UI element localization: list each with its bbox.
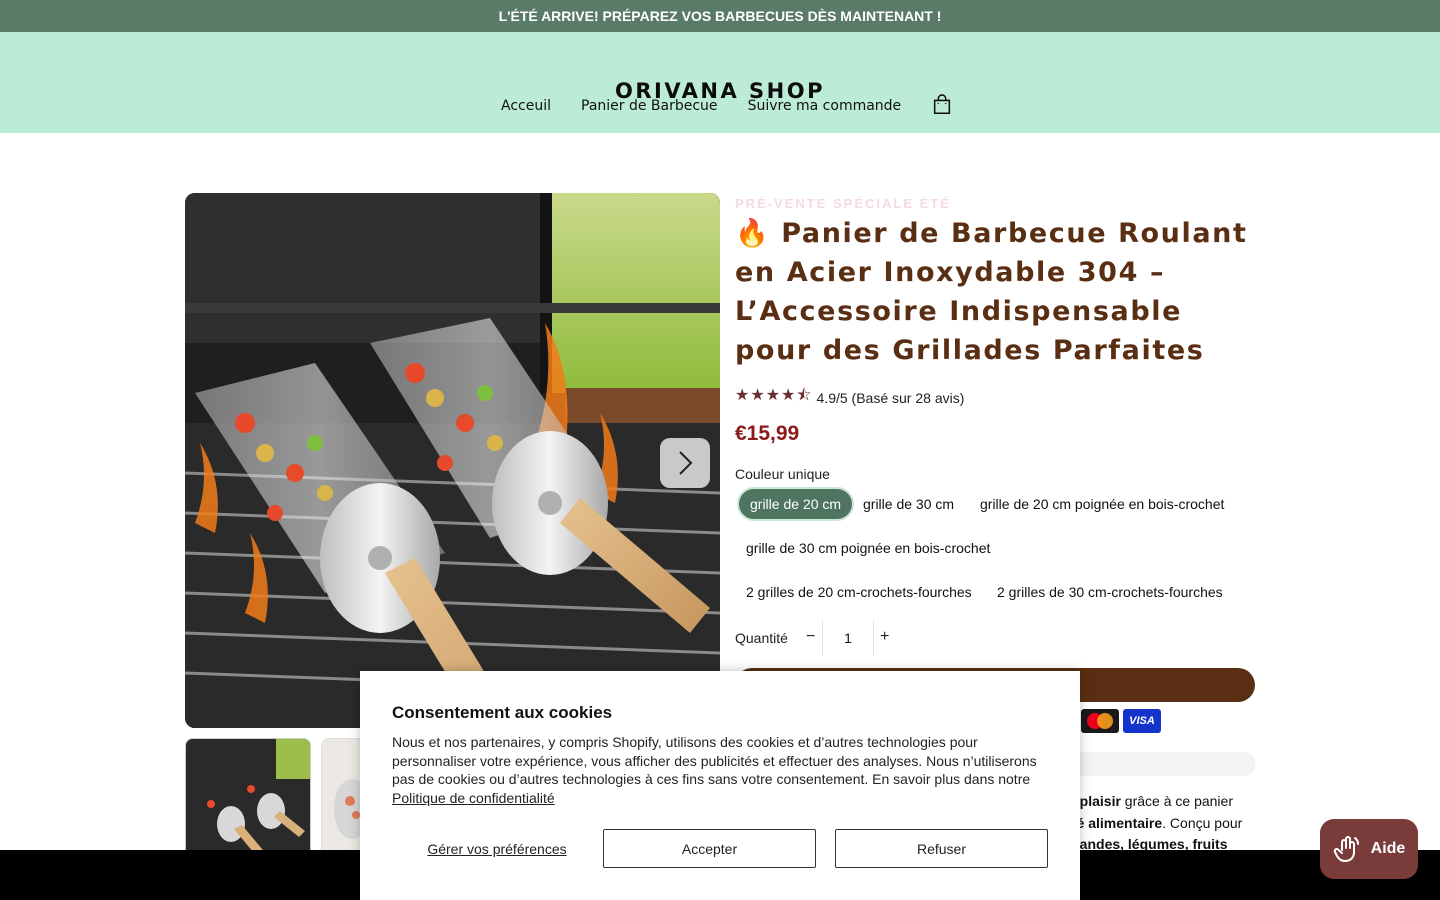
mastercard-icon [1081, 709, 1119, 733]
product-price: €15,99 [735, 422, 800, 445]
refuse-cookies-button[interactable]: Refuser [835, 829, 1048, 868]
variant-option-2x30cm-forks[interactable]: 2 grilles de 30 cm-crochets-fourches [986, 575, 1234, 609]
site-header: ORIVANA SHOP Acceuil Panier de Barbecue … [0, 32, 1440, 133]
announcement-bar: L'ÉTÉ ARRIVE! PRÉPAREZ VOS BARBECUES DÈS… [0, 0, 1440, 32]
accept-cookies-button[interactable]: Accepter [603, 829, 816, 868]
quantity-decrease-button[interactable]: − [806, 628, 815, 646]
description-line: ité alimentaire. Conçu pour [1068, 815, 1243, 831]
cookie-consent-dialog: Consentement aux cookies Nous et nos par… [360, 671, 1080, 900]
cookie-title: Consentement aux cookies [392, 703, 613, 722]
product-title: 🔥 Panier de Barbecue Roulant en Acier In… [735, 218, 1248, 366]
announcement-text: L'ÉTÉ ARRIVE! PRÉPAREZ VOS BARBECUES DÈS… [498, 8, 942, 24]
quantity-label: Quantité [735, 630, 788, 646]
description-line: e plaisir grâce à ce panier [1068, 793, 1233, 809]
quantity-increase-button[interactable]: + [880, 628, 889, 646]
quantity-input[interactable]: 1 [822, 620, 874, 656]
nav-link-bbq-basket[interactable]: Panier de Barbecue [581, 98, 718, 114]
variant-option-2x20cm-forks[interactable]: 2 grilles de 20 cm-crochets-fourches [735, 575, 983, 609]
nav-link-home[interactable]: Acceuil [501, 98, 551, 114]
waving-hand-icon [1333, 836, 1359, 862]
variant-option-30cm[interactable]: grille de 30 cm [852, 487, 965, 521]
info-banner [1070, 752, 1255, 776]
rating-text: 4.9/5 (Basé sur 28 avis) [816, 389, 965, 406]
preorder-badge: PRÉ-VENTE SPÉCIALE ÉTÉ [735, 196, 951, 211]
manage-preferences-button[interactable]: Gérer vos préférences [392, 829, 602, 868]
chevron-right-icon [679, 451, 693, 475]
visa-icon: VISA [1123, 709, 1161, 733]
product-main-image[interactable] [185, 193, 720, 728]
variant-option-20cm[interactable]: grille de 20 cm [737, 487, 855, 521]
variant-option-30cm-wood-hook[interactable]: grille de 30 cm poignée en bois-crochet [735, 531, 1001, 565]
help-label: Aide [1370, 840, 1406, 857]
shopping-bag-icon[interactable] [931, 94, 953, 116]
privacy-policy-link[interactable]: Politique de confidentialité [392, 790, 555, 806]
gallery-next-button[interactable] [660, 438, 710, 488]
variant-label: Couleur unique [735, 466, 830, 482]
gallery-thumbnail[interactable] [185, 738, 311, 858]
main-nav: Acceuil Panier de Barbecue Suivre ma com… [501, 94, 953, 117]
cookie-body: Nous et nos partenaires, y compris Shopi… [392, 734, 1037, 806]
rating-stars-icon: ★★★★⯪ [735, 387, 813, 404]
product-rating[interactable]: ★★★★⯪ 4.9/5 (Basé sur 28 avis) [735, 384, 964, 411]
nav-link-track-order[interactable]: Suivre ma commande [748, 98, 902, 114]
variant-option-20cm-wood-hook[interactable]: grille de 20 cm poignée en bois-crochet [969, 487, 1235, 521]
cookie-actions: Gérer vos préférences Accepter Refuser [392, 829, 1048, 868]
help-chat-button[interactable]: Aide [1320, 819, 1418, 879]
